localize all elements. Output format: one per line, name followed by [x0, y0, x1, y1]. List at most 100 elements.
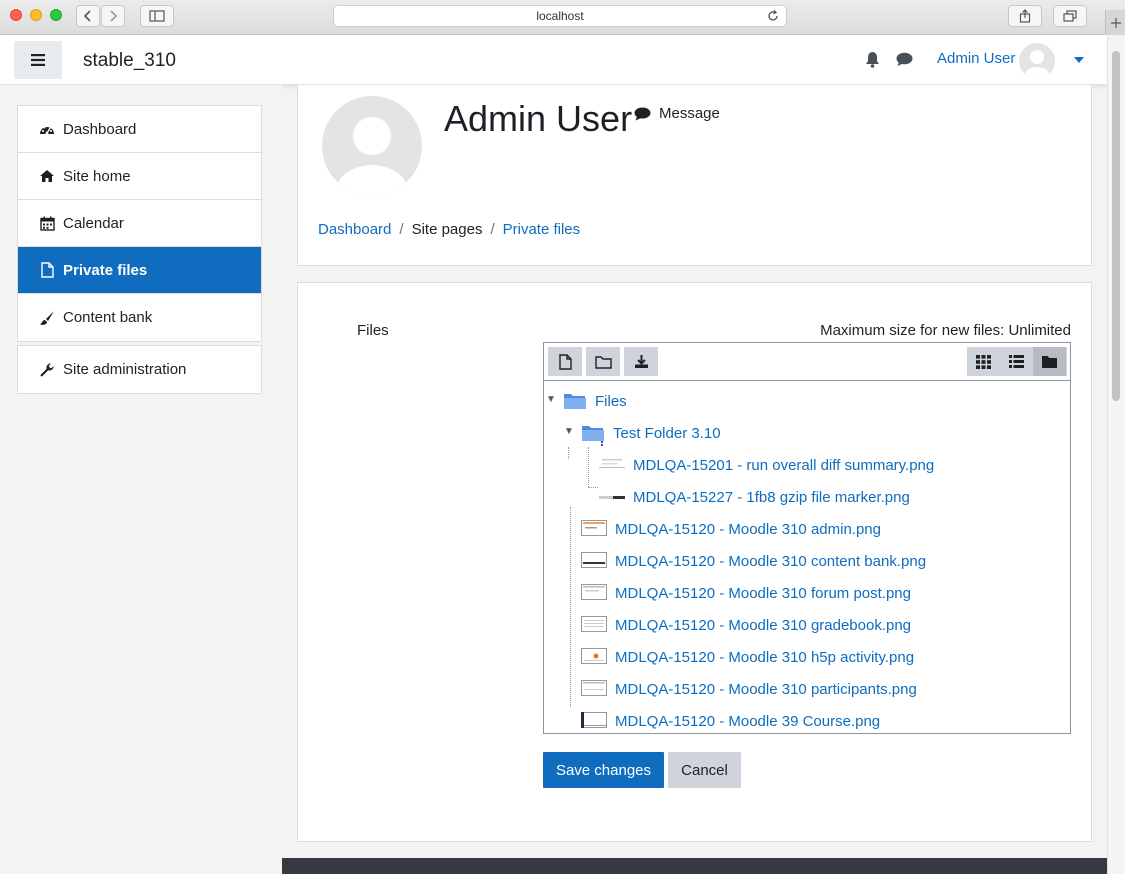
breadcrumb-private-files[interactable]: Private files — [503, 221, 581, 238]
max-size-text: Maximum size for new files: Unlimited — [820, 322, 1071, 339]
share-button[interactable] — [1008, 5, 1042, 27]
tree-item-label: MDLQA-15120 - Moodle 310 content bank.pn… — [615, 552, 927, 570]
breadcrumb-separator: / — [490, 221, 495, 238]
files-label: Files — [357, 322, 389, 339]
site-name[interactable]: stable_310 — [83, 50, 176, 72]
expand-root-toggle[interactable]: ▼ — [546, 394, 556, 405]
tree-folder-files[interactable]: Files — [563, 389, 627, 413]
tree-file[interactable]: MDLQA-15120 - Moodle 310 h5p activity.pn… — [581, 645, 914, 669]
sidebar-item-site-home[interactable]: Site home — [18, 153, 261, 200]
hamburger-icon — [31, 54, 45, 66]
folder-icon — [563, 392, 587, 410]
save-changes-button[interactable]: Save changes — [543, 752, 664, 788]
tree-file[interactable]: MDLQA-15120 - Moodle 310 content bank.pn… — [581, 549, 926, 573]
forward-button[interactable] — [101, 5, 125, 27]
sidebar-item-label: Dashboard — [63, 120, 137, 138]
dashboard-icon — [38, 120, 56, 138]
message-link[interactable]: Message — [634, 105, 720, 122]
url-text: localhost — [536, 9, 584, 23]
tree-file[interactable]: MDLQA-15120 - Moodle 310 forum post.png — [581, 581, 911, 605]
image-thumbnail-icon — [581, 680, 607, 698]
page-title: Admin User — [444, 98, 633, 139]
sidebar-toggle-button[interactable] — [140, 5, 174, 27]
view-mode-group — [967, 347, 1067, 376]
image-thumbnail-icon — [581, 584, 607, 602]
minimize-window-button[interactable] — [30, 9, 42, 21]
create-folder-button[interactable] — [586, 347, 620, 376]
address-bar[interactable]: localhost — [333, 5, 787, 27]
bell-icon[interactable] — [865, 51, 880, 68]
sidebar-item-label: Calendar — [63, 214, 124, 232]
default-user-icon — [1024, 50, 1050, 79]
tree-file[interactable]: MDLQA-15120 - Moodle 39 Course.png — [581, 709, 880, 733]
cancel-button[interactable]: Cancel — [668, 752, 741, 788]
tree-file[interactable]: MDLQA-15201 - run overall diff summary.p… — [599, 453, 934, 477]
user-menu-name[interactable]: Admin User — [937, 50, 1015, 67]
tree-file[interactable]: MDLQA-15120 - Moodle 310 participants.pn… — [581, 677, 917, 701]
add-file-button[interactable] — [548, 347, 582, 376]
image-thumbnail-icon — [599, 488, 625, 506]
plus-icon — [1110, 17, 1121, 28]
folder-icon — [594, 355, 612, 369]
zoom-window-button[interactable] — [50, 9, 62, 21]
top-navbar: stable_310 Admin User — [0, 35, 1107, 85]
folder-solid-icon — [1042, 356, 1057, 368]
tree-item-label: MDLQA-15120 - Moodle 39 Course.png — [615, 712, 881, 730]
image-thumbnail-icon — [581, 648, 607, 666]
tree-line — [570, 507, 571, 707]
tree-file[interactable]: MDLQA-15120 - Moodle 310 gradebook.png — [581, 613, 911, 637]
scrollbar-thumb[interactable] — [1112, 51, 1120, 401]
share-icon — [1019, 9, 1031, 23]
sidebar-item-site-administration[interactable]: Site administration — [18, 346, 261, 393]
main-nav-group: Dashboard Site home Calendar Private fil… — [17, 105, 262, 342]
drawer-toggle-button[interactable] — [14, 41, 62, 79]
back-button[interactable] — [76, 5, 100, 27]
wrench-icon — [38, 361, 56, 379]
tree-item-label: MDLQA-15120 - Moodle 310 forum post.png — [615, 584, 911, 602]
sidebar-icon — [149, 10, 165, 22]
paintbrush-icon — [38, 309, 56, 327]
tree-line — [588, 447, 589, 487]
tree-item-label: MDLQA-15120 - Moodle 310 participants.pn… — [615, 680, 917, 698]
tree-line — [568, 447, 569, 459]
sidebar-item-private-files[interactable]: Private files — [18, 247, 261, 294]
list-view-button[interactable] — [1000, 347, 1033, 376]
icon-view-button[interactable] — [967, 347, 1000, 376]
sidebar-item-label: Content bank — [63, 309, 153, 326]
tree-file[interactable]: MDLQA-15227 - 1fb8 gzip file marker.png — [599, 485, 910, 509]
sidebar-item-label: Site administration — [63, 361, 187, 378]
tree-item-label: MDLQA-15120 - Moodle 310 h5p activity.pn… — [615, 648, 915, 666]
home-icon — [38, 167, 56, 185]
page-scrollbar[interactable] — [1107, 35, 1125, 874]
tabs-icon — [1063, 10, 1077, 22]
sidebar-item-label: Private files — [63, 261, 148, 279]
reload-icon[interactable] — [766, 9, 780, 23]
sidebar-item-label: Site home — [63, 167, 131, 185]
calendar-icon — [38, 214, 56, 232]
caret-down-icon[interactable] — [1074, 57, 1084, 63]
image-thumbnail-icon — [599, 456, 625, 474]
new-tab-button[interactable] — [1105, 10, 1125, 35]
close-window-button[interactable] — [10, 9, 22, 21]
breadcrumb-dashboard[interactable]: Dashboard — [318, 221, 391, 238]
user-avatar[interactable] — [1019, 43, 1055, 79]
sidebar-item-calendar[interactable]: Calendar — [18, 200, 261, 247]
expand-folder-toggle[interactable]: ▼ — [564, 426, 574, 437]
download-button[interactable] — [624, 347, 658, 376]
file-manager-toolbar — [544, 343, 1070, 381]
file-icon — [38, 261, 56, 279]
tree-file[interactable]: MDLQA-15120 - Moodle 310 admin.png — [581, 517, 881, 541]
sidebar-item-dashboard[interactable]: Dashboard — [18, 106, 261, 153]
page-footer — [282, 858, 1107, 874]
image-thumbnail-icon — [581, 616, 607, 634]
tree-item-label: MDLQA-15120 - Moodle 310 gradebook.png — [615, 616, 912, 634]
chevron-left-icon — [83, 10, 91, 22]
tree-folder-test[interactable]: Test Folder 3.10 — [581, 421, 721, 446]
sidebar-item-content-bank[interactable]: Content bank — [18, 294, 261, 341]
chat-icon[interactable] — [896, 52, 913, 67]
tabs-overview-button[interactable] — [1053, 5, 1087, 27]
tree-item-label: Test Folder 3.10 — [613, 424, 721, 442]
message-label: Message — [659, 105, 720, 122]
tree-view-button[interactable] — [1033, 347, 1066, 376]
download-icon — [634, 355, 648, 368]
